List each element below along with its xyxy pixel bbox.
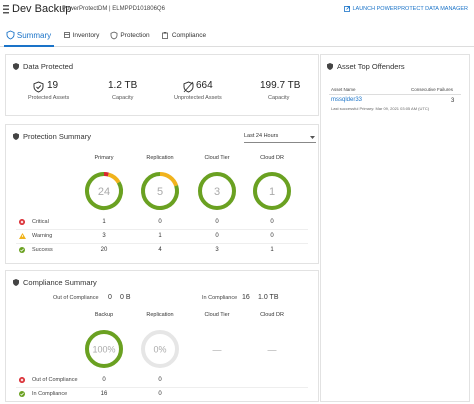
tab-compliance[interactable]: Compliance [157,26,211,45]
tab-bar: Summary Inventory Protection Compliance [0,26,474,47]
top-bar: Dev Backup PowerProtectDM | ELMPPD101806… [0,0,474,22]
compliance-column-cloud-dr: Cloud DR [260,312,284,318]
compliance-cell: 0 [158,377,162,383]
unprotected-assets-count: 664 [196,80,213,91]
shield-icon [6,30,15,40]
protection-cell: 0 [270,219,274,225]
donut-center-value: 1 [269,186,275,198]
protection-cell: 1 [102,219,106,225]
protection-cell: 0 [270,233,274,239]
compliance-summary-card: Compliance Summary Out of Compliance 0 0… [5,270,319,402]
shield-icon [13,63,19,70]
protection-column-replication: Replication [146,155,174,161]
compliance-row-label: In Compliance [32,391,68,397]
row-divider [16,229,308,230]
compliance-cell: 16 [100,391,108,397]
tab-summary-label: Summary [16,31,52,40]
page-subtitle: PowerProtectDM | ELMPPD101806Q6 [62,6,165,12]
offender-detail: Last successful Primary: Mar 09, 2021 03… [331,106,430,111]
protection-row-label: Warning [32,233,53,239]
asset-top-offenders-card: Asset Top Offenders Asset Name Consecuti… [320,54,470,402]
protected-assets-label: Protected Assets [28,95,70,101]
donut-center-value: 5 [157,186,163,198]
divider [329,94,461,95]
compliance-row-label: Out of Compliance [32,377,78,383]
unprotected-assets-label: Unprotected Assets [174,95,222,101]
protection-cell: 3 [102,233,106,239]
protection-cell: 0 [158,219,162,225]
critical-icon [19,219,25,225]
donut-segment-warning [107,172,121,184]
external-link-icon [344,6,351,12]
asset-name-column: Asset Name [331,87,356,92]
offender-failures: 3 [451,98,455,104]
protection-column-cloud-tier: Cloud Tier [204,155,230,161]
protection-row-label: Critical [32,219,49,225]
success-icon [19,247,25,253]
protection-row-label: Success [32,247,53,253]
row-divider [16,243,308,244]
inventory-icon [64,32,70,38]
offender-asset-link[interactable]: mssqlder33 [331,97,362,103]
protection-summary-card: Protection Summary Last 24 Hours 24 5 3 1 P… [5,124,319,264]
shield-outline-icon [110,31,118,40]
unprotected-capacity-label: Capacity [268,95,290,101]
tab-protection-label: Protection [120,32,150,39]
success-icon [19,391,25,397]
menu-icon[interactable] [3,5,9,14]
donut-center-value: 100% [92,345,115,355]
data-protected-card: Data Protected 19 Protected Assets 1.2 T… [5,54,319,116]
offenders-title: Asset Top Offenders [337,62,405,71]
protection-cell: 1 [158,233,162,239]
donut-center-value: — [213,345,222,355]
protection-cell: 0 [215,233,219,239]
protection-cell: 20 [100,247,108,253]
consecutive-failures-column: Consecutive Failures [411,87,454,92]
protection-cell: 0 [215,219,219,225]
donut-center-value: 3 [214,186,220,198]
critical-icon [19,377,25,383]
donut-center-value: 24 [98,186,110,198]
tab-inventory-label: Inventory [72,32,100,39]
clipboard-icon [162,32,168,39]
launch-ppdm-link[interactable]: LAUNCH POWERPROTECT DATA MANAGER [344,6,468,12]
compliance-column-backup: Backup [94,312,114,318]
unprotected-shield-icon [183,81,194,93]
compliance-column-replication: Replication [146,312,174,318]
shield-icon [327,63,333,70]
compliance-cell: 0 [158,391,162,397]
compliance-cell: 0 [102,377,106,383]
protection-cell: 3 [215,247,219,253]
protected-shield-icon [33,81,44,93]
protection-cell: 1 [270,247,274,253]
warning-icon [19,233,26,239]
compliance-column-cloud-tier: Cloud Tier [204,312,230,318]
protection-column-cloud-dr: Cloud DR [260,155,284,161]
protection-cell: 4 [158,247,162,253]
donut-segment-warning [159,172,179,187]
unprotected-capacity-value: 199.7 TB [260,80,301,91]
tab-protection[interactable]: Protection [106,26,154,45]
donut-segment-critical [103,172,109,177]
donut-center-value: — [268,345,277,355]
row-divider [16,387,308,388]
data-protected-title: Data Protected [23,62,74,71]
protection-column-primary: Primary [94,155,114,161]
tab-inventory[interactable]: Inventory [58,26,104,45]
launch-link-text: LAUNCH POWERPROTECT DATA MANAGER [352,6,468,12]
donut-center-value: 0% [153,345,166,355]
protected-assets-count: 19 [47,80,59,91]
protected-capacity-value: 1.2 TB [108,80,138,91]
tab-summary[interactable]: Summary [4,26,54,47]
protected-capacity-label: Capacity [112,95,134,101]
tab-compliance-label: Compliance [171,32,207,39]
